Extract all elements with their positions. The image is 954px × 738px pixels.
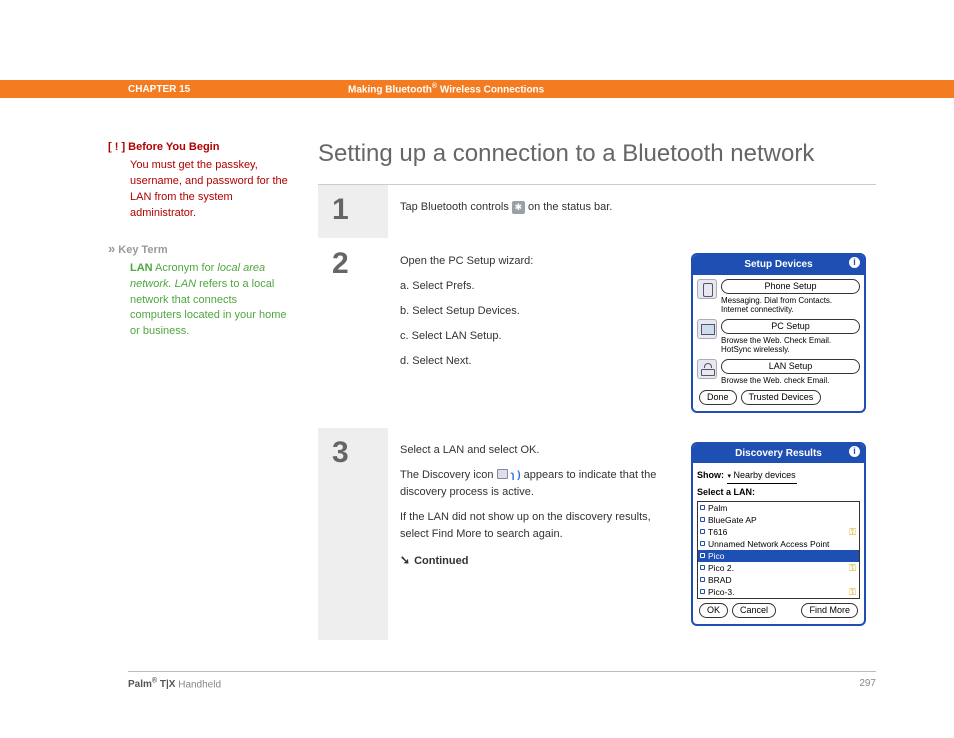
- select-lan-label: Select a LAN:: [697, 486, 860, 500]
- before-you-begin-body: You must get the passkey, username, and …: [108, 158, 288, 222]
- list-item-selected: Pico: [698, 550, 859, 562]
- before-you-begin-block: [ ! ] Before You Begin You must get the …: [108, 140, 288, 222]
- phone-setup-desc: Messaging. Dial from Contacts. Internet …: [721, 296, 860, 315]
- footer-rule: [128, 671, 876, 672]
- before-you-begin-title: Before You Begin: [128, 141, 219, 153]
- step-1: 1 Tap Bluetooth controls ✱ on the status…: [318, 185, 876, 239]
- setup-devices-screenshot: Setup Devices i Phone Setup Messaging. D…: [691, 253, 866, 412]
- phone-setup-button: Phone Setup: [721, 279, 860, 294]
- steps-list: 1 Tap Bluetooth controls ✱ on the status…: [318, 184, 876, 641]
- main-content: Setting up a connection to a Bluetooth n…: [318, 140, 876, 653]
- lan-setup-button: LAN Setup: [721, 359, 860, 374]
- info-icon: i: [849, 257, 860, 268]
- show-row: Show: ▾ Nearby devices: [697, 467, 860, 486]
- key-term-marker: »: [108, 241, 115, 256]
- footer: Palm® T|X Handheld 297: [128, 678, 876, 690]
- router-icon: [697, 359, 717, 379]
- lan-list: Palm BlueGate AP T616⚿ Unnamed Network A…: [697, 501, 860, 599]
- ok-button: OK: [699, 603, 728, 618]
- cancel-button: Cancel: [732, 603, 776, 618]
- info-icon: i: [849, 446, 860, 457]
- find-more-button: Find More: [801, 603, 858, 618]
- chapter-header: CHAPTER 15 Making Bluetooth® Wireless Co…: [0, 80, 954, 98]
- step-1-text: Tap Bluetooth controls ✱ on the status b…: [400, 199, 866, 224]
- trusted-devices-button: Trusted Devices: [741, 390, 822, 405]
- pc-setup-button: PC Setup: [721, 319, 860, 334]
- step-number: 2: [332, 247, 374, 281]
- lan-setup-desc: Browse the Web. check Email.: [721, 376, 860, 386]
- list-item: Pico 2.⚿: [698, 562, 859, 574]
- key-icon: ⚿: [849, 526, 856, 538]
- sidebar: [ ! ] Before You Begin You must get the …: [108, 140, 318, 653]
- key-term-body: LAN Acronym for local area network. LAN …: [108, 261, 288, 341]
- device-title: Setup Devices: [744, 257, 812, 273]
- page-number: 297: [859, 678, 876, 690]
- list-item: Pico-3.⚿: [698, 586, 859, 598]
- step-3: 3 Select a LAN and select OK. The Discov…: [318, 428, 876, 641]
- done-button: Done: [699, 390, 737, 405]
- key-term-title: Key Term: [118, 244, 167, 256]
- discovery-results-screenshot: Discovery Results i Show: ▾ Nearby devic…: [691, 442, 866, 626]
- list-item: BlueGate AP: [698, 514, 859, 526]
- step-number: 3: [332, 436, 374, 470]
- continued-label: ➘Continued: [400, 551, 679, 570]
- step-2-text: Open the PC Setup wizard: a. Select Pref…: [400, 253, 679, 412]
- list-item: T616⚿: [698, 526, 859, 538]
- product-name: Palm® T|X Handheld: [128, 678, 221, 690]
- alert-marker: [ ! ]: [108, 141, 125, 153]
- pc-setup-desc: Browse the Web. Check Email. HotSync wir…: [721, 336, 860, 355]
- step-number: 1: [332, 193, 374, 227]
- list-item: Palm: [698, 502, 859, 514]
- continued-arrow-icon: ➘: [400, 551, 410, 570]
- key-icon: ⚿: [849, 586, 856, 598]
- bluetooth-icon: ✱: [512, 201, 525, 214]
- page-title: Setting up a connection to a Bluetooth n…: [318, 140, 876, 168]
- discovery-icon: ɿ ): [497, 468, 521, 482]
- phone-icon: [697, 279, 717, 299]
- list-item: Unnamed Network Access Point: [698, 538, 859, 550]
- device-title: Discovery Results: [735, 446, 822, 462]
- step-2: 2 Open the PC Setup wizard: a. Select Pr…: [318, 239, 876, 427]
- pc-icon: [697, 319, 717, 339]
- step-3-text: Select a LAN and select OK. The Discover…: [400, 442, 679, 626]
- chapter-number: CHAPTER 15: [128, 84, 348, 95]
- key-term-block: » Key Term LAN Acronym for local area ne…: [108, 242, 288, 341]
- key-icon: ⚿: [849, 562, 856, 574]
- chapter-title: Making Bluetooth® Wireless Connections: [348, 83, 544, 95]
- list-item: BRAD: [698, 574, 859, 586]
